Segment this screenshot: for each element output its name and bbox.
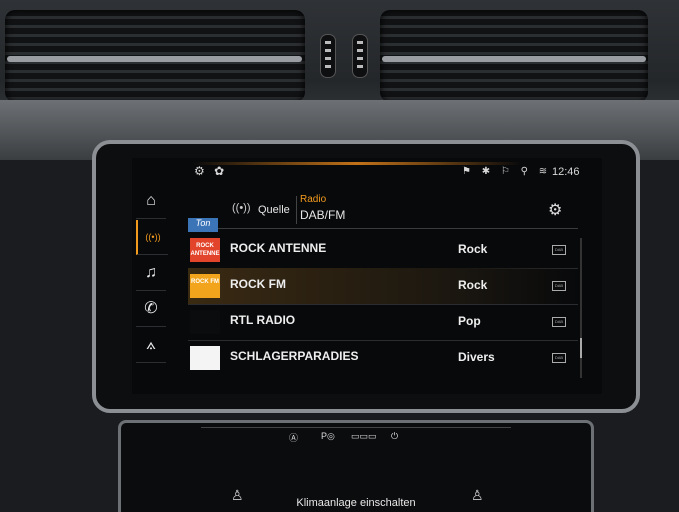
header-divider <box>296 196 297 224</box>
station-logo <box>190 310 220 334</box>
station-genre: Divers <box>458 350 495 364</box>
dab-badge: DAB <box>552 317 566 327</box>
radio-icon[interactable]: ((•)) <box>136 220 168 255</box>
station-name: SCHLAGERPARADIES <box>230 349 359 363</box>
power-icon[interactable]: ⏻ <box>391 431 398 442</box>
home-icon[interactable]: ⌂ <box>136 184 166 219</box>
station-genre: Pop <box>458 314 481 328</box>
phone-icon[interactable]: ✆ <box>136 292 166 327</box>
status-right-icons: ⚑ ✱ ⚐ ⚲ ≋ <box>462 166 552 177</box>
right-air-vent <box>380 10 648 102</box>
infotainment-screen: ⚙ ✿ ⚑ ✱ ⚐ ⚲ ≋ 12:46 ⌂ ((•)) ♫ ✆ ⟑ ((•)) … <box>132 158 602 394</box>
station-logo: ROCK FM <box>190 274 220 298</box>
station-name: RTL RADIO <box>230 313 296 327</box>
climate-controls: Ⓐ P◎ ▭▭▭ ⏻ <box>201 427 511 450</box>
auto-climate-icon[interactable]: Ⓐ <box>289 431 298 444</box>
station-row[interactable]: ROCK ANTENNE ROCK ANTENNE Rock DAB <box>188 232 578 269</box>
station-logo <box>190 346 220 370</box>
header-underline <box>188 228 578 229</box>
station-list: ROCK ANTENNE ROCK ANTENNE Rock DAB ROCK … <box>188 232 578 392</box>
dab-badge: DAB <box>552 281 566 291</box>
clock: 12:46 <box>552 166 580 178</box>
antenna-icon: ((•)) <box>232 202 251 214</box>
vent-knob-left[interactable] <box>320 34 336 78</box>
dab-badge: DAB <box>552 245 566 255</box>
station-row-active[interactable]: ROCK FM ROCK FM Rock DAB <box>188 268 578 305</box>
station-logo: ROCK ANTENNE <box>190 238 220 262</box>
station-row[interactable]: SCHLAGERPARADIES Divers DAB <box>188 340 578 376</box>
parking-sensor-icon[interactable]: P◎ <box>321 431 335 442</box>
dab-badge: DAB <box>552 353 566 363</box>
station-row[interactable]: RTL RADIO Pop DAB <box>188 304 578 341</box>
status-left-icons: ⚙ ✿ <box>194 164 228 178</box>
vent-knob-right[interactable] <box>352 34 368 78</box>
station-genre: Rock <box>458 278 488 292</box>
station-name: ROCK FM <box>230 277 286 291</box>
header-subtitle: DAB/FM <box>300 208 346 222</box>
climate-label[interactable]: Klimaanlage einschalten <box>121 497 591 509</box>
station-genre: Rock <box>458 242 488 256</box>
climate-panel: Ⓐ P◎ ▭▭▭ ⏻ ♙ ♙ Klimaanlage einschalten <box>118 420 594 512</box>
partial-station-logo: Ton <box>188 218 218 232</box>
music-icon[interactable]: ♫ <box>136 256 166 291</box>
navigation-icon[interactable]: ⟑ <box>136 328 166 363</box>
sidebar: ⌂ ((•)) ♫ ✆ ⟑ <box>132 184 170 374</box>
header-title: Radio <box>300 194 327 205</box>
source-button[interactable]: Quelle <box>258 204 290 216</box>
left-air-vent <box>5 10 305 102</box>
rear-defrost-icon[interactable]: ▭▭▭ <box>351 431 377 442</box>
media-header: ((•)) Quelle Radio DAB/FM ⚙ <box>188 192 578 228</box>
settings-gear-icon[interactable]: ⚙ <box>548 200 562 220</box>
status-bar: ⚙ ✿ ⚑ ✱ ⚐ ⚲ ≋ 12:46 <box>132 158 602 184</box>
station-name: ROCK ANTENNE <box>230 241 327 255</box>
status-glow <box>192 162 522 165</box>
list-scrollbar[interactable] <box>580 238 582 378</box>
